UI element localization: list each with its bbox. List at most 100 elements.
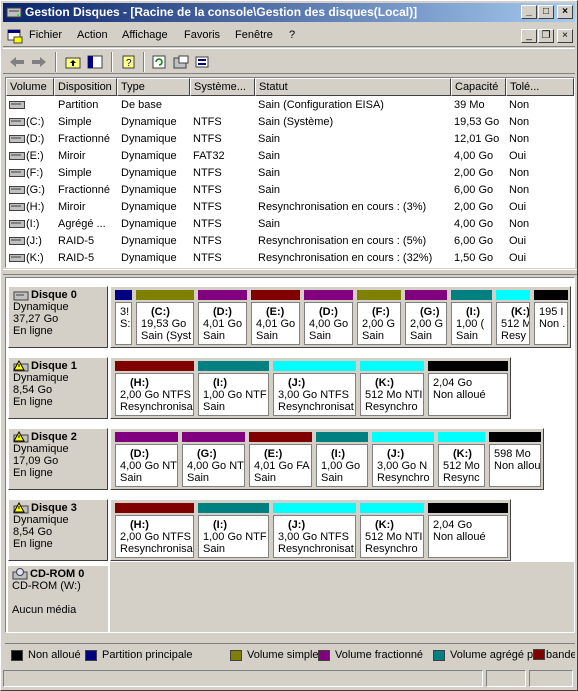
- partition-block[interactable]: (K:) 512 Mo Resync: [436, 431, 487, 489]
- minimize-button[interactable]: _: [521, 5, 537, 19]
- menu-affichage[interactable]: Affichage: [122, 29, 168, 41]
- partition-block[interactable]: (C:) 19,53 Go Sain (Syst: [134, 289, 196, 347]
- partition-info[interactable]: 598 Mo Non allou: [489, 444, 541, 487]
- pane-splitter[interactable]: [3, 269, 577, 275]
- table-row[interactable]: (I:) Agrégé ... Dynamique NTFS Sain 4,00 Go No…: [6, 216, 574, 233]
- child-close-button[interactable]: ×: [557, 29, 573, 43]
- close-button[interactable]: ×: [557, 5, 573, 19]
- refresh-button[interactable]: [149, 52, 169, 72]
- menu-fenetre[interactable]: Fenêtre: [235, 29, 273, 41]
- partition-block[interactable]: (J:) 3,00 Go NTFS Resynchronisat: [271, 502, 358, 560]
- table-row[interactable]: (C:) Simple Dynamique NTFS Sain (Système) 19,…: [6, 114, 574, 131]
- forward-button[interactable]: [29, 52, 49, 72]
- partition-block[interactable]: (I:) 1,00 (Sain: [449, 289, 494, 347]
- partition-block[interactable]: (J:) 3,00 Go NTFS Resynchronisat: [271, 360, 358, 418]
- partition-block[interactable]: (I:) 1,00 Go NTF Sain: [196, 502, 271, 560]
- partition-info[interactable]: (I:) 1,00 Go NTF Sain: [198, 373, 269, 416]
- partition-block[interactable]: (F:) 2,00 G Sain: [355, 289, 403, 347]
- menu-help[interactable]: ?: [289, 29, 295, 41]
- partition-block[interactable]: (D:) 4,00 Go NT Sain: [113, 431, 180, 489]
- console-icon[interactable]: [7, 28, 23, 44]
- properties-button[interactable]: [171, 52, 191, 72]
- partition-info[interactable]: (H:) 2,00 Go NTFS Resynchronisa: [115, 373, 194, 416]
- table-row[interactable]: (D:) Fractionné Dynamique NTFS Sain 12,01 Go N…: [6, 131, 574, 148]
- partition-info[interactable]: (G:) 4,00 Go NT Sain: [182, 444, 245, 487]
- partition-info[interactable]: (K:) 512 Mo NTI Resynchro: [360, 515, 424, 558]
- partition-info[interactable]: (K:) 512 Mo Resync: [438, 444, 485, 487]
- menu-favoris[interactable]: Favoris: [184, 29, 220, 41]
- table-row[interactable]: Partition De base Sain (Configuration EISA…: [6, 97, 574, 114]
- partition-block[interactable]: (D:) 4,00 Go Sain: [302, 289, 355, 347]
- partition-info[interactable]: 2,04 Go Non alloué: [428, 373, 508, 416]
- partition-size: 4,00 Go NT: [187, 460, 244, 472]
- partition-block[interactable]: (I:) 1,00 Go NTF Sain: [196, 360, 271, 418]
- child-restore-button[interactable]: ❐: [538, 29, 554, 43]
- table-row[interactable]: (E:) Miroir Dynamique FAT32 Sain 4,00 Go Oui: [6, 148, 574, 165]
- action-button[interactable]: [193, 52, 213, 72]
- partition-info[interactable]: 2,04 Go Non alloué: [428, 515, 508, 558]
- menu-fichier[interactable]: Fichier: [29, 29, 62, 41]
- partition-block[interactable]: (E:) 4,01 Go Sain: [249, 289, 302, 347]
- table-row[interactable]: (G:) Fractionné Dynamique NTFS Sain 6,00 Go No…: [6, 182, 574, 199]
- maximize-button[interactable]: □: [538, 5, 554, 19]
- partition-info[interactable]: (J:) 3,00 Go NTFS Resynchronisat: [273, 373, 356, 416]
- partition-block[interactable]: (K:) 512 M Resy: [494, 289, 532, 347]
- partition-block[interactable]: (H:) 2,00 Go NTFS Resynchronisa: [113, 360, 196, 418]
- partition-info[interactable]: (I:) 1,00 (Sain: [451, 302, 492, 345]
- table-row[interactable]: (J:) RAID-5 Dynamique NTFS Resynchronisation…: [6, 233, 574, 250]
- partition-block[interactable]: (G:) 2,00 G Sain: [403, 289, 449, 347]
- partition-info[interactable]: (D:) 4,01 Go Sain: [198, 302, 247, 345]
- partition-info[interactable]: (I:) 1,00 Go NTF Sain: [198, 515, 269, 558]
- partition-block[interactable]: (J:) 3,00 Go N Resynchro: [370, 431, 436, 489]
- partition-info[interactable]: (K:) 512 M Resy: [496, 302, 530, 345]
- partition-info[interactable]: (E:) 4,01 Go FA Sain: [249, 444, 312, 487]
- partition-block[interactable]: (I:) 1,00 Go Sain: [314, 431, 370, 489]
- partition-info[interactable]: (E:) 4,01 Go Sain: [251, 302, 300, 345]
- partition-block[interactable]: (H:) 2,00 Go NTFS Resynchronisa: [113, 502, 196, 560]
- disk-label[interactable]: Disque 2 Dynamique 17,09 Go En ligne: [8, 428, 108, 490]
- partition-block[interactable]: (D:) 4,01 Go Sain: [196, 289, 249, 347]
- partition-block[interactable]: 2,04 Go Non alloué: [426, 502, 510, 560]
- title-bar[interactable]: Gestion Disques - [Racine de la console\…: [3, 3, 575, 22]
- partition-info[interactable]: (J:) 3,00 Go N Resynchro: [372, 444, 434, 487]
- partition-block[interactable]: 195 I Non .: [532, 289, 570, 347]
- partition-info[interactable]: (D:) 4,00 Go NT Sain: [115, 444, 178, 487]
- help-button[interactable]: ?: [119, 52, 139, 72]
- col-fault-tolerance[interactable]: Tolé...: [506, 78, 574, 96]
- col-disposition[interactable]: Disposition: [54, 78, 117, 96]
- disk-label[interactable]: Disque 0 Dynamique 37,27 Go En ligne: [8, 286, 108, 348]
- child-minimize-button[interactable]: _: [521, 29, 537, 43]
- partition-block[interactable]: 3! S:: [113, 289, 134, 347]
- partition-block[interactable]: 2,04 Go Non alloué: [426, 360, 510, 418]
- partition-info[interactable]: 195 I Non .: [534, 302, 568, 345]
- table-row[interactable]: (F:) Simple Dynamique NTFS Sain 2,00 Go Non: [6, 165, 574, 182]
- table-row[interactable]: (H:) Miroir Dynamique NTFS Resynchronisation…: [6, 199, 574, 216]
- disk-label[interactable]: Disque 3 Dynamique 8,54 Go En ligne: [8, 499, 108, 561]
- partition-info[interactable]: (C:) 19,53 Go Sain (Syst: [136, 302, 194, 345]
- partition-block[interactable]: (E:) 4,01 Go FA Sain: [247, 431, 314, 489]
- show-hide-tree-button[interactable]: [85, 52, 105, 72]
- table-row[interactable]: (K:) RAID-5 Dynamique NTFS Resynchronisation…: [6, 250, 574, 267]
- cdrom-label[interactable]: CD-ROM 0 CD-ROM (W:) Aucun média: [8, 566, 108, 632]
- partition-block[interactable]: (G:) 4,00 Go NT Sain: [180, 431, 247, 489]
- up-level-button[interactable]: [63, 52, 83, 72]
- partition-info[interactable]: (H:) 2,00 Go NTFS Resynchronisa: [115, 515, 194, 558]
- col-status[interactable]: Statut: [255, 78, 451, 96]
- partition-block[interactable]: (K:) 512 Mo NTI Resynchro: [358, 360, 426, 418]
- disk-label[interactable]: Disque 1 Dynamique 8,54 Go En ligne: [8, 357, 108, 419]
- partition-info[interactable]: (J:) 3,00 Go NTFS Resynchronisat: [273, 515, 356, 558]
- partition-info[interactable]: (I:) 1,00 Go Sain: [316, 444, 368, 487]
- partition-info[interactable]: (D:) 4,00 Go Sain: [304, 302, 353, 345]
- partition-block[interactable]: 598 Mo Non allou: [487, 431, 543, 489]
- partition-info[interactable]: (G:) 2,00 G Sain: [405, 302, 447, 345]
- col-volume[interactable]: Volume: [6, 78, 54, 96]
- partition-block[interactable]: (K:) 512 Mo NTI Resynchro: [358, 502, 426, 560]
- col-capacity[interactable]: Capacité: [451, 78, 506, 96]
- partition-info[interactable]: (F:) 2,00 G Sain: [357, 302, 401, 345]
- partition-info[interactable]: (K:) 512 Mo NTI Resynchro: [360, 373, 424, 416]
- col-filesystem[interactable]: Système...: [190, 78, 255, 96]
- col-type[interactable]: Type: [117, 78, 190, 96]
- partition-info[interactable]: 3! S:: [115, 302, 132, 345]
- menu-action[interactable]: Action: [77, 29, 108, 41]
- back-button[interactable]: [7, 52, 27, 72]
